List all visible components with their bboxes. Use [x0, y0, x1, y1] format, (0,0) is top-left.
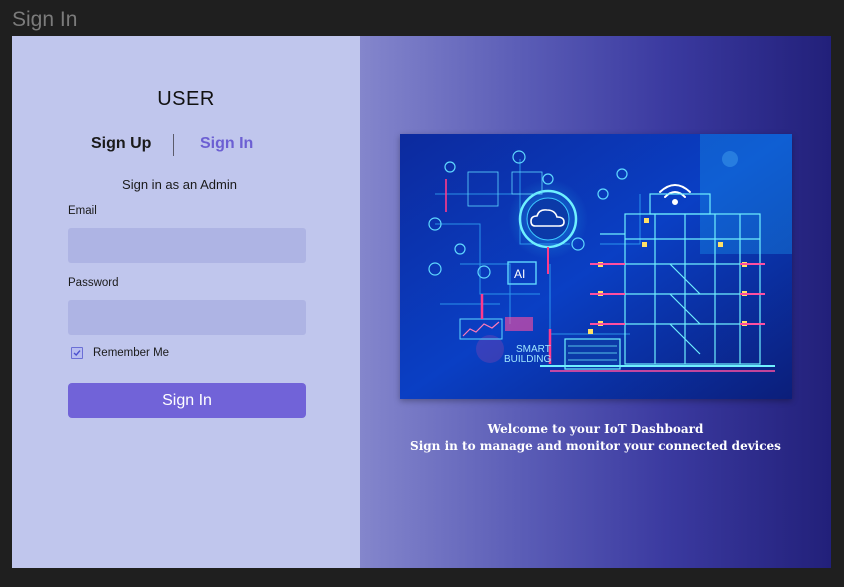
remember-me-checkbox[interactable] [71, 347, 83, 359]
auth-tabs: Sign Up Sign In [12, 134, 360, 157]
svg-text:AI: AI [514, 267, 525, 281]
login-panel: USER Sign Up Sign In Sign in as an Admin… [12, 36, 360, 568]
tab-divider [173, 134, 174, 156]
remember-me-label: Remember Me [93, 347, 170, 359]
tab-sign-in[interactable]: Sign In [200, 135, 253, 153]
remember-me: Remember Me [71, 346, 169, 360]
tab-sign-up[interactable]: Sign Up [91, 135, 151, 153]
password-field[interactable] [68, 300, 306, 335]
smart-building-illustration: AI SMART BUILDING [400, 134, 792, 399]
window-title: Sign In [12, 8, 78, 31]
password-label: Password [68, 277, 119, 289]
welcome-subtitle: Sign in to manage and monitor your conne… [410, 439, 781, 453]
welcome-title: Welcome to your IoT Dashboard [487, 422, 704, 436]
email-label: Email [68, 205, 97, 217]
email-field[interactable] [68, 228, 306, 263]
sign-in-button[interactable]: Sign In [68, 383, 306, 418]
hero-panel: AI SMART BUILDING Welcome to your IoT Da… [360, 36, 831, 568]
login-subtitle: Sign in as an Admin [122, 177, 237, 192]
login-heading: USER [157, 88, 215, 110]
svg-text:BUILDING: BUILDING [504, 354, 551, 365]
checkmark-icon [73, 350, 81, 357]
sign-in-window: USER Sign Up Sign In Sign in as an Admin… [12, 36, 831, 568]
